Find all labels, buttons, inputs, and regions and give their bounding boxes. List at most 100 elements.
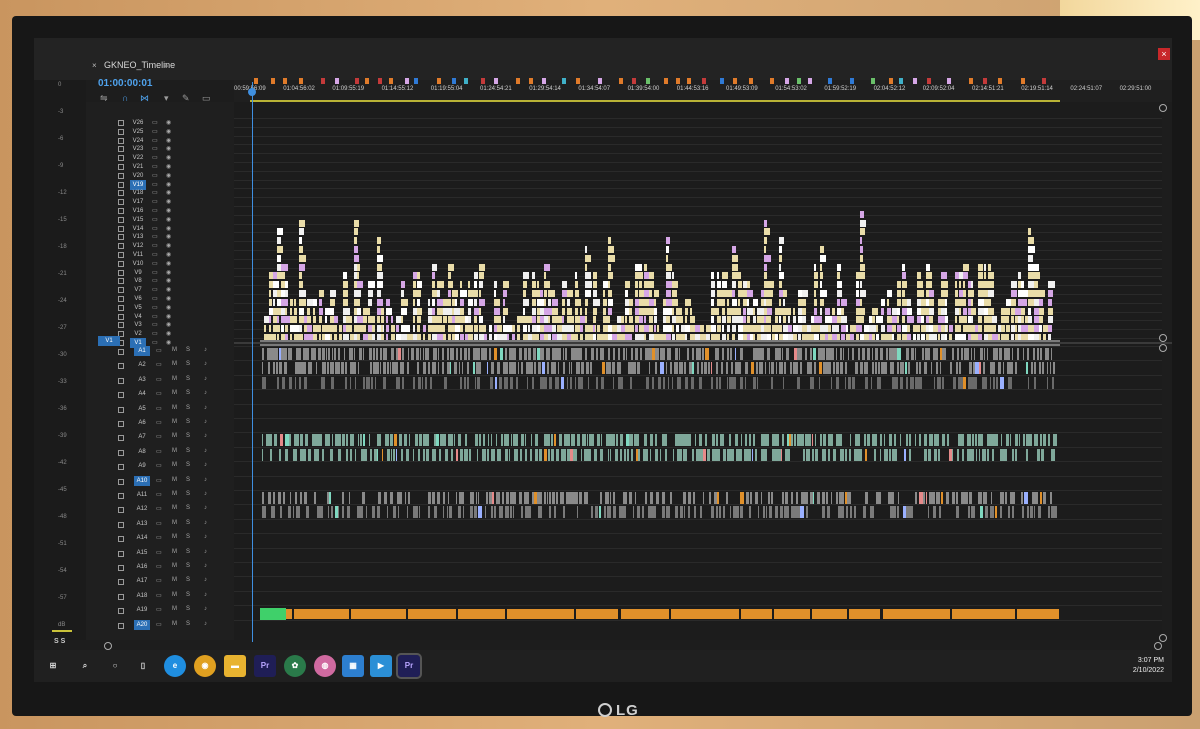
- microphone-icon[interactable]: ♪: [204, 592, 207, 598]
- audio-clip[interactable]: [849, 434, 851, 447]
- audio-clip[interactable]: [915, 492, 917, 504]
- video-clip[interactable]: [367, 281, 375, 289]
- video-clip[interactable]: [813, 263, 816, 271]
- timeline-marker[interactable]: [464, 78, 468, 84]
- video-clip[interactable]: [543, 263, 550, 271]
- audio-clip[interactable]: [526, 376, 529, 389]
- audio-clip[interactable]: [486, 348, 488, 360]
- audio-clip[interactable]: [605, 492, 609, 504]
- video-clip[interactable]: [721, 298, 726, 306]
- video-clip[interactable]: [333, 325, 337, 333]
- audio-clip[interactable]: [749, 506, 752, 519]
- video-clip[interactable]: [363, 325, 366, 333]
- audio-clip[interactable]: [979, 348, 983, 360]
- video-clip[interactable]: [431, 298, 436, 306]
- video-clip[interactable]: [272, 298, 275, 306]
- audio-clip[interactable]: [960, 348, 964, 360]
- audio-clip[interactable]: [906, 348, 909, 360]
- audio-clip[interactable]: [847, 492, 851, 504]
- audio-clip[interactable]: [664, 448, 668, 461]
- audio-clip[interactable]: [927, 506, 930, 519]
- audio-clip[interactable]: [341, 492, 344, 504]
- audio-clip[interactable]: [377, 362, 379, 375]
- video-clip[interactable]: [653, 290, 660, 297]
- mute-button[interactable]: M: [172, 376, 177, 382]
- audio-clip[interactable]: [699, 434, 703, 447]
- video-clip[interactable]: [897, 316, 900, 324]
- audio-clip[interactable]: [433, 348, 437, 360]
- video-clip[interactable]: [897, 281, 902, 289]
- audio-clip[interactable]: [463, 448, 468, 461]
- video-clip[interactable]: [958, 281, 961, 289]
- audio-clip[interactable]: [964, 348, 966, 360]
- audio-clip[interactable]: [576, 506, 579, 519]
- video-clip[interactable]: [377, 246, 380, 253]
- audio-clip[interactable]: [649, 434, 654, 447]
- audio-clip[interactable]: [587, 376, 590, 389]
- audio-clip[interactable]: [280, 434, 283, 447]
- video-clip[interactable]: [767, 281, 774, 289]
- video-clip[interactable]: [269, 298, 272, 306]
- audio-clip[interactable]: [898, 492, 900, 504]
- audio-clip[interactable]: [473, 362, 476, 375]
- track-lock-icon[interactable]: [118, 243, 124, 250]
- audio-clip[interactable]: [748, 434, 751, 447]
- video-clip[interactable]: [782, 316, 786, 324]
- audio-clip[interactable]: [890, 492, 894, 504]
- eye-icon[interactable]: ◉: [166, 286, 171, 293]
- music-clip[interactable]: [457, 608, 506, 620]
- eye-icon[interactable]: ◉: [166, 137, 171, 144]
- video-clip[interactable]: [412, 281, 417, 289]
- video-clip[interactable]: [676, 325, 679, 333]
- audio-clip[interactable]: [819, 376, 821, 389]
- timeline-marker[interactable]: [321, 78, 325, 84]
- audio-clip[interactable]: [474, 506, 477, 519]
- timeline-marker[interactable]: [378, 78, 382, 84]
- audio-clip[interactable]: [857, 434, 860, 447]
- microphone-icon[interactable]: ♪: [204, 577, 207, 583]
- audio-clip[interactable]: [477, 376, 481, 389]
- audio-clip[interactable]: [725, 362, 729, 375]
- video-clip[interactable]: [299, 298, 306, 306]
- video-clip[interactable]: [837, 281, 843, 289]
- audio-clip[interactable]: [475, 434, 478, 447]
- video-clip[interactable]: [859, 210, 865, 218]
- video-clip[interactable]: [666, 272, 671, 280]
- video-clip[interactable]: [299, 325, 303, 333]
- audio-clip[interactable]: [841, 448, 845, 461]
- video-clip[interactable]: [743, 307, 746, 315]
- audio-clip[interactable]: [279, 448, 281, 461]
- solo-button[interactable]: S: [186, 491, 190, 497]
- audio-clip[interactable]: [531, 492, 534, 504]
- video-clip[interactable]: [764, 228, 770, 236]
- video-clip[interactable]: [1034, 281, 1039, 289]
- track-lock-icon[interactable]: [118, 155, 124, 162]
- audio-clip[interactable]: [739, 506, 744, 519]
- video-clip[interactable]: [700, 325, 704, 333]
- solo-button[interactable]: S: [186, 376, 190, 382]
- audio-clip[interactable]: [995, 348, 999, 360]
- video-clip[interactable]: [536, 281, 540, 289]
- audio-clip[interactable]: [1010, 376, 1013, 389]
- video-clip[interactable]: [299, 219, 305, 227]
- microphone-icon[interactable]: ♪: [204, 491, 207, 497]
- video-clip[interactable]: [732, 263, 738, 271]
- video-clip[interactable]: [417, 290, 421, 297]
- audio-clip[interactable]: [600, 434, 603, 447]
- video-clip[interactable]: [944, 316, 948, 324]
- video-clip[interactable]: [871, 316, 875, 324]
- audio-clip[interactable]: [651, 376, 654, 389]
- video-clip[interactable]: [608, 281, 611, 289]
- video-clip[interactable]: [859, 316, 865, 324]
- audio-clip[interactable]: [987, 448, 989, 461]
- eye-icon[interactable]: ◉: [166, 304, 171, 311]
- audio-clip[interactable]: [478, 362, 482, 375]
- audio-clip[interactable]: [722, 448, 726, 461]
- audio-clip[interactable]: [528, 348, 532, 360]
- audio-clip[interactable]: [755, 448, 757, 461]
- video-clip[interactable]: [902, 263, 905, 271]
- audio-clip[interactable]: [800, 506, 805, 519]
- timeline-marker[interactable]: [529, 78, 533, 84]
- mute-button[interactable]: M: [172, 549, 177, 555]
- timeline-marker[interactable]: [983, 78, 987, 84]
